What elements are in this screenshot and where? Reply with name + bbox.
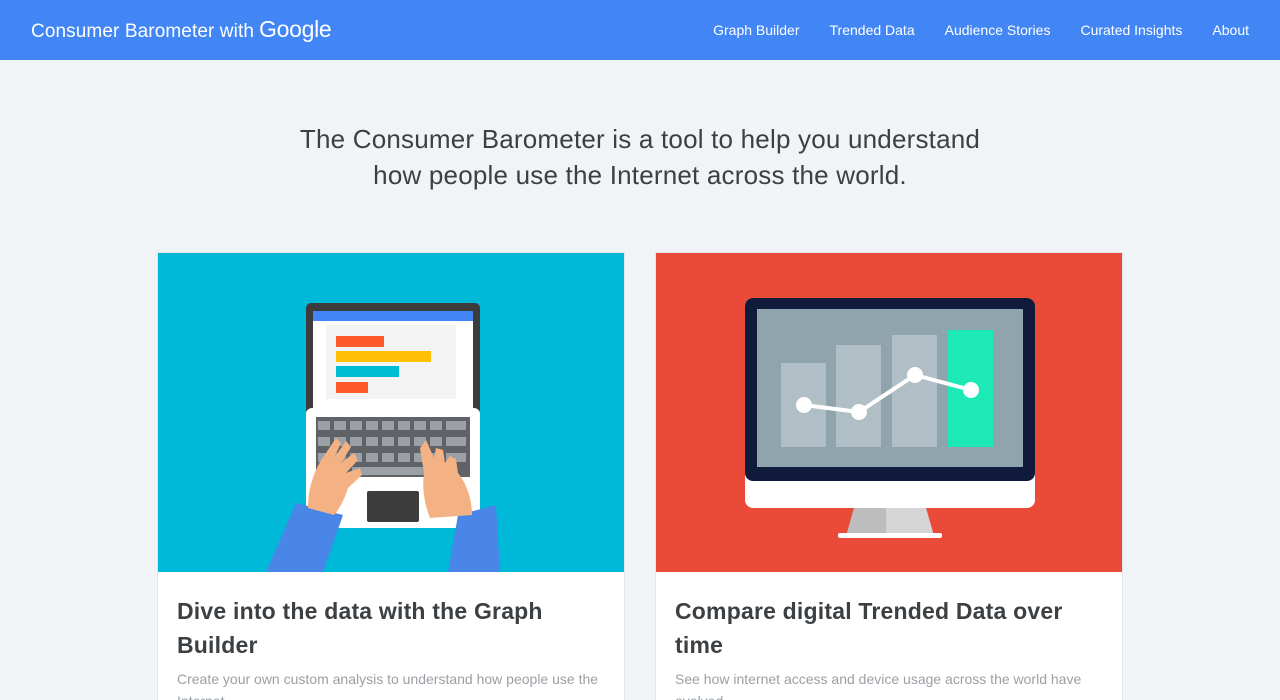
laptop-illustration	[158, 253, 624, 572]
card-description: Create your own custom analysis to under…	[177, 671, 599, 700]
nav-curated-insights[interactable]: Curated Insights	[1080, 22, 1182, 38]
monitor-chart-icon	[745, 298, 1035, 538]
graph-builder-card[interactable]: Dive into the data with the Graph Builde…	[157, 252, 625, 700]
top-bar: Consumer Barometer with Google Graph Bui…	[0, 0, 1280, 60]
laptop-icon	[266, 303, 500, 572]
card-title: Dive into the data with the Graph Builde…	[177, 598, 543, 658]
hero-line-1: The Consumer Barometer is a tool to help…	[299, 124, 981, 154]
main-nav: Graph Builder Trended Data Audience Stor…	[683, 0, 1249, 60]
google-logo: Google	[259, 16, 332, 42]
hero-statement: The Consumer Barometer is a tool to help…	[0, 121, 1280, 193]
nav-about[interactable]: About	[1212, 22, 1249, 38]
card-description: See how internet access and device usage…	[675, 671, 1082, 700]
hero-line-2: how people use the Internet across the w…	[373, 160, 907, 190]
nav-trended-data[interactable]: Trended Data	[830, 22, 915, 38]
brand-text: Consumer Barometer with	[31, 21, 254, 42]
card-title: Compare digital Trended Data over time	[675, 598, 1063, 658]
site-logo[interactable]: Consumer Barometer with Google	[31, 16, 332, 43]
nav-audience-stories[interactable]: Audience Stories	[945, 22, 1051, 38]
trended-data-card[interactable]: Compare digital Trended Data over time S…	[655, 252, 1123, 700]
nav-graph-builder[interactable]: Graph Builder	[713, 22, 799, 38]
monitor-illustration	[656, 253, 1122, 572]
